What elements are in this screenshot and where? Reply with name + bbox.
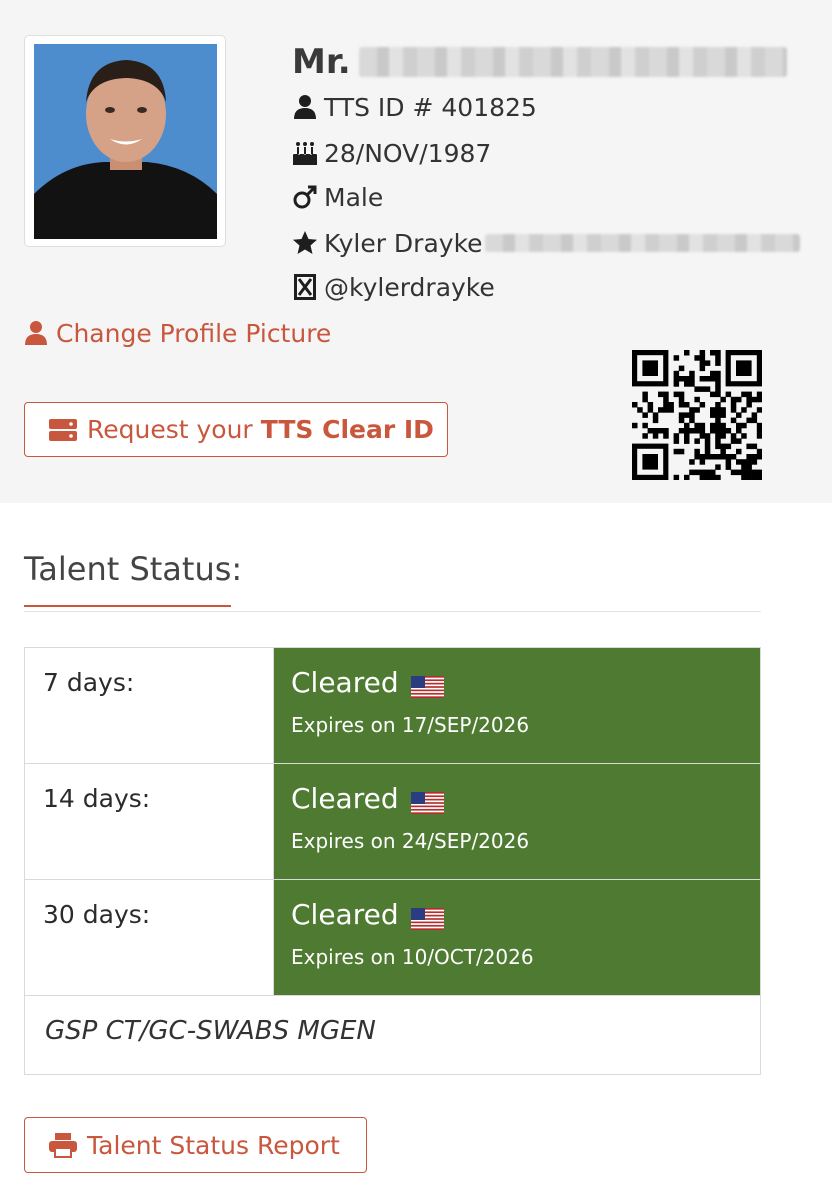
stage-name-line: Kyler Drayke [292,228,800,258]
talent-status-report-button[interactable]: Talent Status Report [24,1117,367,1173]
social-handle[interactable]: @kylerdrayke [324,273,495,302]
table-row: 14 days: Cleared Expires on 24/SEP/2026 [25,764,760,880]
talent-status-title: Talent Status: [24,550,243,588]
birth-date-line: 28/NOV/1987 [292,138,491,168]
status-cleared-cell: Cleared Expires on 17/SEP/2026 [274,648,760,763]
printer-icon [49,1132,81,1158]
tts-id-line: TTS ID # 401825 [292,92,537,122]
talent-status-table: 7 days: Cleared Expires on 17/SEP/2026 1… [24,647,761,1075]
title-accent-underline [24,605,231,607]
test-panel-footer: GSP CT/GC-SWABS MGEN [45,1016,376,1046]
status-text: Cleared [291,898,399,931]
us-flag-icon [410,672,444,698]
stage-name: Kyler Drayke [324,228,483,258]
birthday-cake-icon [292,140,318,166]
redacted-name [358,47,787,77]
male-symbol-icon [292,184,318,210]
request-label-bold: TTS Clear ID [260,415,434,444]
status-period-label: 30 days: [25,880,274,995]
birth-date: 28/NOV/1987 [324,138,492,168]
status-cleared-cell: Cleared Expires on 10/OCT/2026 [274,880,760,995]
user-icon [24,320,50,346]
request-label-prefix: Request your [87,415,253,444]
expiry-date: Expires on 17/SEP/2026 [291,713,530,737]
server-icon [49,417,81,443]
status-text: Cleared [291,666,399,699]
profile-header: Mr. TTS ID # 401825 28/NOV/1987 Male Kyl… [0,0,832,503]
profile-photo-frame [24,35,226,247]
qr-code-icon [631,349,763,481]
change-profile-picture-link[interactable]: Change Profile Picture [24,316,331,350]
status-period-label: 14 days: [25,764,274,879]
tts-id: TTS ID # 401825 [324,92,537,122]
request-clear-id-button[interactable]: Request your TTS Clear ID [24,402,448,457]
x-twitter-icon [292,274,318,300]
table-row: 30 days: Cleared Expires on 10/OCT/2026 [25,880,760,996]
us-flag-icon [410,904,444,930]
status-period-label: 7 days: [25,648,274,763]
report-label: Talent Status Report [87,1130,340,1160]
user-icon [292,94,318,120]
status-cleared-cell: Cleared Expires on 24/SEP/2026 [274,764,760,879]
star-icon [292,230,318,256]
us-flag-icon [410,788,444,814]
title-divider [24,611,761,612]
table-row: 7 days: Cleared Expires on 17/SEP/2026 [25,648,760,764]
gender-line: Male [292,182,383,212]
expiry-date: Expires on 24/SEP/2026 [291,829,530,853]
name-prefix: Mr. [292,42,351,82]
social-line: @kylerdrayke [292,272,495,302]
profile-photo [34,44,217,239]
change-profile-picture-label: Change Profile Picture [56,318,332,348]
profile-name: Mr. [292,40,787,84]
redacted-stage-name [484,234,800,252]
gender: Male [324,182,384,212]
expiry-date: Expires on 10/OCT/2026 [291,945,534,969]
status-text: Cleared [291,782,399,815]
